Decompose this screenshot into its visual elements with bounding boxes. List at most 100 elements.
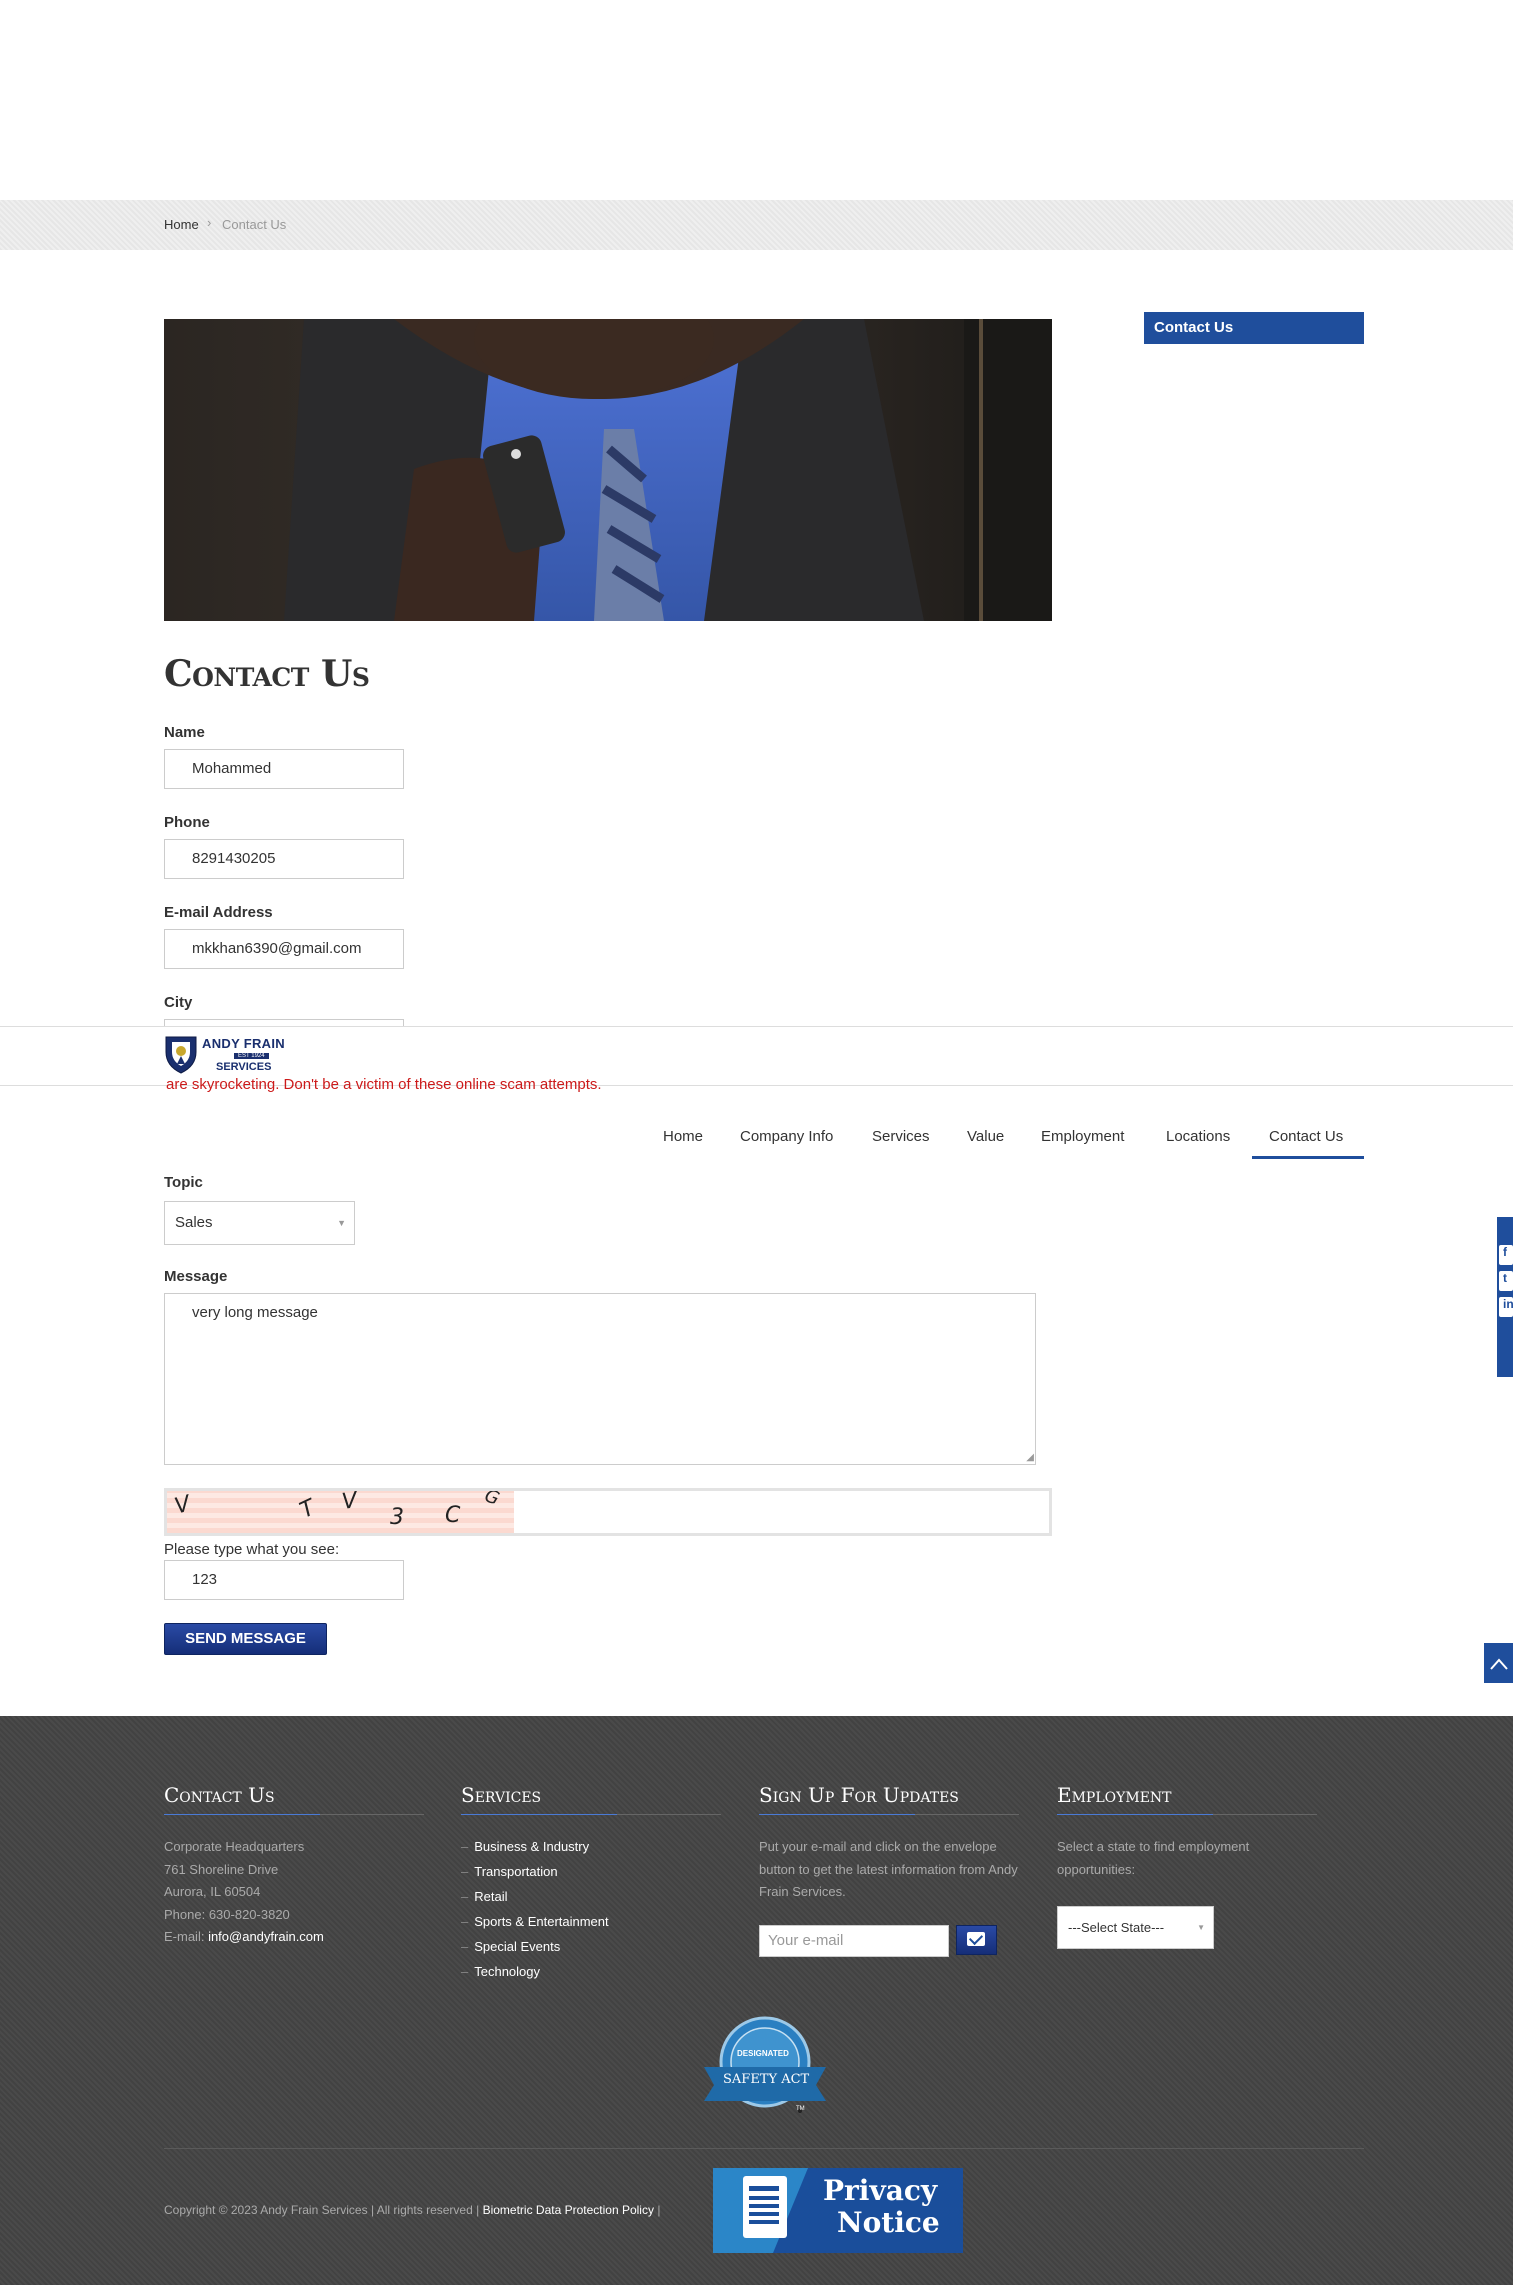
page-title: Contact Us	[164, 653, 370, 695]
footer-services-heading: Services	[461, 1783, 542, 1807]
topic-value: Sales	[175, 1214, 213, 1231]
nav-home[interactable]: Home	[663, 1128, 703, 1145]
linkedin-icon[interactable]: in	[1499, 1297, 1513, 1317]
service-link-text: Special Events	[474, 1939, 561, 1954]
name-field[interactable]: Mohammed	[164, 749, 404, 789]
name-label: Name	[164, 724, 205, 741]
divider	[759, 1814, 1019, 1815]
scam-alert-text[interactable]: are skyrocketing. Don't be a victim of t…	[166, 1076, 602, 1093]
phone-label: Phone	[164, 814, 210, 831]
list-item[interactable]: – Technology	[461, 1959, 609, 1984]
footer-email-link[interactable]: info@andyfrain.com	[208, 1929, 324, 1944]
newsletter-submit-button[interactable]	[956, 1925, 997, 1955]
captcha-label: Please type what you see:	[164, 1541, 340, 1558]
address-line: Aurora, IL 60504	[164, 1884, 261, 1899]
nav-contact-us[interactable]: Contact Us	[1269, 1128, 1343, 1145]
social-sidebar: f t in	[1497, 1217, 1513, 1377]
nav-locations[interactable]: Locations	[1166, 1128, 1230, 1145]
list-item[interactable]: – Business & Industry	[461, 1834, 609, 1859]
logo-text: ANDY FRAIN	[202, 1036, 285, 1051]
nav-company-info[interactable]: Company Info	[740, 1128, 833, 1145]
envelope-icon	[967, 1932, 985, 1946]
service-link-text: Retail	[474, 1889, 508, 1904]
back-to-top-button[interactable]	[1484, 1643, 1513, 1683]
divider	[461, 1814, 721, 1815]
employment-text: Select a state to find employment opport…	[1057, 1839, 1250, 1877]
captcha-char: V	[172, 1491, 194, 1520]
service-link-text: Business & Industry	[474, 1839, 590, 1854]
message-label: Message	[164, 1268, 228, 1285]
topic-select[interactable]: Sales ▼	[164, 1201, 355, 1245]
footer-employment-heading: Employment	[1057, 1783, 1172, 1807]
service-link-text: Sports & Entertainment	[474, 1914, 609, 1929]
phone-text: Phone: 630-820-3820	[164, 1906, 290, 1922]
captcha-char: C	[445, 1503, 461, 1528]
topic-label: Topic	[164, 1174, 203, 1191]
copyright-line: Copyright © 2023 Andy Frain Services | A…	[164, 2203, 660, 2217]
chevron-up-icon	[1489, 1658, 1508, 1670]
resize-handle-icon[interactable]: ◢	[1026, 1452, 1034, 1463]
breadcrumb-separator: ›	[207, 215, 212, 230]
city-label: City	[164, 994, 193, 1011]
address-line: Corporate Headquarters	[164, 1839, 305, 1854]
captcha-char: G	[481, 1491, 503, 1510]
newsletter-email-input[interactable]: Your e-mail	[759, 1925, 949, 1957]
list-item[interactable]: – Retail	[461, 1884, 609, 1909]
address-line: 761 Shoreline Drive	[164, 1861, 279, 1877]
facebook-icon[interactable]: f	[1499, 1245, 1513, 1265]
safety-act-badge[interactable]: DESIGNATED SAFETY ACT TM	[700, 2015, 830, 2120]
footer-contact-block: Corporate Headquarters 761 Shoreline Dri…	[164, 1836, 324, 1949]
privacy-notice-banner[interactable]: Privacy Notice	[713, 2168, 963, 2253]
state-select-value: ---Select State---	[1068, 1920, 1165, 1935]
nav-services[interactable]: Services	[872, 1128, 930, 1145]
email-field[interactable]: mkkhan6390@gmail.com	[164, 929, 404, 969]
list-item[interactable]: – Special Events	[461, 1934, 609, 1959]
captcha-char: 3	[390, 1505, 404, 1530]
logo-services: SERVICES	[216, 1061, 272, 1073]
footer-services-list: – Business & Industry – Transportation – Re…	[461, 1834, 609, 1984]
email-prefix: E-mail:	[164, 1929, 209, 1944]
list-item[interactable]: – Transportation	[461, 1859, 609, 1884]
service-link-text: Technology	[474, 1964, 541, 1979]
badge-main-text: SAFETY ACT	[723, 2072, 810, 2087]
copyright-text: Copyright © 2023 Andy Frain Services | A…	[164, 2203, 480, 2217]
state-select[interactable]: ---Select State--- ▼	[1057, 1906, 1214, 1949]
captcha-char: T	[296, 1495, 320, 1524]
sidebar-item-contact-us[interactable]: Contact Us	[1144, 312, 1364, 344]
hero-image	[164, 319, 1052, 621]
nav-value[interactable]: Value	[967, 1128, 1004, 1145]
send-message-button[interactable]: SEND MESSAGE	[164, 1623, 327, 1655]
badge-top-text: DESIGNATED	[737, 2049, 789, 2058]
divider	[1057, 1814, 1317, 1815]
footer-signup-heading: Sign Up For Updates	[759, 1783, 959, 1807]
message-textarea[interactable]: very long message ◢	[164, 1293, 1036, 1465]
badge-tm: TM	[796, 2106, 805, 2112]
captcha-field[interactable]: 123	[164, 1560, 404, 1600]
breadcrumb: Home › Contact Us	[0, 200, 1513, 250]
message-value: very long message	[192, 1304, 318, 1321]
footer-divider	[164, 2148, 1364, 2149]
nav-employment[interactable]: Employment	[1041, 1128, 1124, 1145]
signup-text: Put your e-mail and click on the envelop…	[759, 1839, 1018, 1899]
divider	[164, 1814, 424, 1815]
email-line: E-mail: info@andyfrain.com	[164, 1926, 324, 1949]
logo-est: EST 1924	[234, 1053, 269, 1059]
company-logo[interactable]: ANDY FRAIN EST 1924 SERVICES	[164, 1034, 304, 1076]
twitter-icon[interactable]: t	[1499, 1271, 1513, 1291]
phone-field[interactable]: 8291430205	[164, 839, 404, 879]
breadcrumb-current: Contact Us	[222, 217, 287, 232]
list-item[interactable]: – Sports & Entertainment	[461, 1909, 609, 1934]
nav-active-indicator	[1252, 1156, 1364, 1159]
privacy-line-2: Notice	[837, 2206, 940, 2239]
service-link-text: Transportation	[474, 1864, 558, 1879]
privacy-line-1: Privacy	[823, 2174, 938, 2207]
email-label: E-mail Address	[164, 904, 273, 921]
captcha-char: V	[340, 1491, 359, 1515]
captcha-image: V T V 3 C G	[167, 1491, 514, 1533]
breadcrumb-home-link[interactable]: Home	[164, 217, 199, 232]
chevron-down-icon: ▼	[337, 1218, 346, 1228]
chevron-down-icon: ▼	[1197, 1923, 1205, 1932]
footer-contact-heading: Contact Us	[164, 1783, 275, 1807]
biometric-policy-link[interactable]: Biometric Data Protection Policy	[483, 2203, 654, 2217]
separator: |	[657, 2203, 661, 2217]
